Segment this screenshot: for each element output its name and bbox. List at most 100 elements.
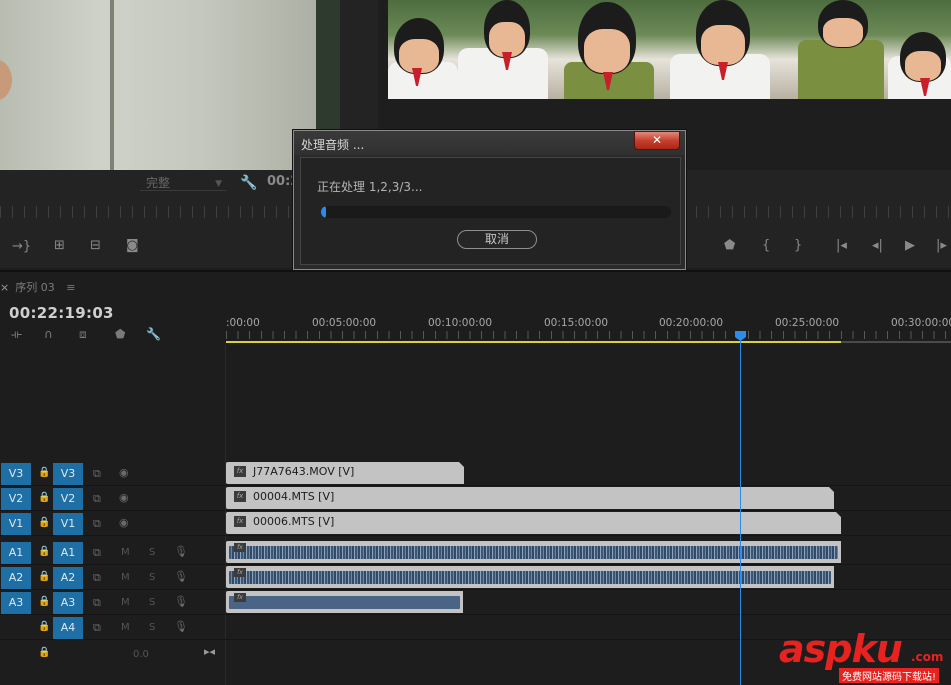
linked-selection-icon[interactable]: ⧈ — [79, 327, 87, 342]
track-target-a4[interactable]: A4 — [53, 617, 83, 639]
dialog-title-bar[interactable]: 处理音频 ... — [294, 131, 685, 155]
lock-icon[interactable]: 🔒 — [38, 517, 50, 528]
fx-badge: fx — [234, 466, 246, 477]
eye-icon[interactable]: ◉ — [119, 516, 129, 529]
track-target-v1[interactable]: V1 — [53, 513, 83, 535]
track-row-a3: A3 🔒 A3 ⧉ M S 🎙 fx — [0, 591, 951, 615]
audio-waveform — [229, 596, 460, 609]
fx-badge: fx — [234, 543, 246, 552]
add-marker-icon[interactable]: ⬟ — [115, 327, 125, 341]
solo-button[interactable]: S — [149, 572, 155, 583]
wrench-icon[interactable]: 🔧 — [240, 175, 257, 191]
marker-icon[interactable]: ⬟ — [724, 238, 735, 253]
lock-icon[interactable]: 🔒 — [38, 596, 50, 607]
track-target-v2[interactable]: V2 — [53, 488, 83, 510]
sync-lock-icon[interactable]: ⧉ — [93, 596, 101, 610]
sync-lock-icon[interactable]: ⧉ — [93, 467, 101, 481]
cancel-button[interactable]: 取消 — [457, 230, 537, 249]
ruler-label: 00:25:00:00 — [775, 317, 840, 329]
lock-icon[interactable]: 🔒 — [38, 571, 50, 582]
clip-a3[interactable]: fx — [226, 591, 463, 613]
close-button[interactable]: ✕ — [634, 131, 680, 150]
mark-in-icon[interactable]: { — [762, 238, 770, 253]
mark-out-icon[interactable]: } — [794, 238, 802, 253]
sequence-timecode[interactable]: 00:22:19:03 — [9, 304, 114, 322]
panel-menu-icon[interactable]: ≡ — [66, 281, 75, 294]
clip-a1[interactable]: fx — [226, 541, 841, 563]
playhead-line[interactable] — [740, 340, 741, 685]
work-area-bar[interactable] — [226, 341, 841, 343]
program-monitor-video — [388, 0, 951, 99]
solo-button[interactable]: S — [149, 622, 155, 633]
processing-audio-dialog: 处理音频 ... ✕ 正在处理 1,2,3/3... 取消 — [293, 130, 686, 270]
lock-icon[interactable]: 🔒 — [38, 546, 50, 557]
clip-name: J77A7643.MOV [V] — [253, 465, 355, 478]
snap-magnet-icon[interactable]: ∩ — [44, 327, 53, 341]
source-patch-v2[interactable]: V2 — [1, 488, 31, 510]
track-target-v3[interactable]: V3 — [53, 463, 83, 485]
step-back-icon[interactable]: ◂| — [872, 238, 883, 253]
microphone-icon[interactable]: 🎙 — [174, 620, 188, 633]
sync-lock-icon[interactable]: ⧉ — [93, 546, 101, 560]
track-target-a3[interactable]: A3 — [53, 592, 83, 614]
source-patch-v1[interactable]: V1 — [1, 513, 31, 535]
close-icon: ✕ — [651, 133, 663, 147]
mute-button[interactable]: M — [121, 572, 130, 583]
clip-v3[interactable]: fx J77A7643.MOV [V] — [226, 462, 465, 484]
solo-button[interactable]: S — [149, 597, 155, 608]
clip-v2[interactable]: fx 00004.MTS [V] — [226, 487, 835, 509]
fit-dropdown[interactable]: 完整 ▼ — [140, 175, 226, 191]
camera-icon[interactable]: ◙ — [126, 238, 139, 253]
insert-clip-icon[interactable]: ⊞ — [54, 238, 65, 253]
source-patch-a2[interactable]: A2 — [1, 567, 31, 589]
sequence-tab[interactable]: × 序列 03 ≡ — [0, 279, 75, 295]
nest-toggle-icon[interactable]: ⟛ — [11, 327, 22, 342]
watermark-logo: aspku .com 免费网站源码下载站! — [779, 630, 943, 683]
source-patch-v3[interactable]: V3 — [1, 463, 31, 485]
mute-button[interactable]: M — [121, 597, 130, 608]
lock-icon[interactable]: 🔒 — [38, 621, 50, 632]
insert-icon[interactable]: →} — [12, 239, 31, 254]
sync-lock-icon[interactable]: ⧉ — [93, 571, 101, 585]
dialog-title: 处理音频 ... — [301, 138, 365, 152]
go-to-end-icon[interactable]: ▸◂ — [204, 645, 215, 658]
eye-icon[interactable]: ◉ — [119, 466, 129, 479]
go-to-in-icon[interactable]: |◂ — [836, 238, 847, 253]
step-forward-icon[interactable]: |▸ — [936, 238, 947, 253]
mute-button[interactable]: M — [121, 622, 130, 633]
processing-message: 正在处理 1,2,3/3... — [317, 180, 423, 194]
close-icon[interactable]: × — [0, 281, 9, 294]
sync-lock-icon[interactable]: ⧉ — [93, 517, 101, 531]
source-patch-a3[interactable]: A3 — [1, 592, 31, 614]
lock-icon[interactable]: 🔒 — [38, 647, 50, 658]
track-row-v3: V3 🔒 V3 ⧉ ◉ fx J77A7643.MOV [V] — [0, 462, 951, 486]
fx-badge: fx — [234, 568, 246, 577]
sync-lock-icon[interactable]: ⧉ — [93, 621, 101, 635]
track-row-v2: V2 🔒 V2 ⧉ ◉ fx 00004.MTS [V] — [0, 487, 951, 511]
lock-icon[interactable]: 🔒 — [38, 492, 50, 503]
microphone-icon[interactable]: 🎙 — [174, 595, 188, 608]
master-volume-value[interactable]: 0.0 — [133, 649, 149, 660]
microphone-icon[interactable]: 🎙 — [174, 570, 188, 583]
track-target-a1[interactable]: A1 — [53, 542, 83, 564]
progress-bar — [321, 206, 671, 218]
track-row-v1: V1 🔒 V1 ⧉ ◉ fx 00006.MTS [V] — [0, 512, 951, 536]
microphone-icon[interactable]: 🎙 — [174, 545, 188, 558]
source-patch-a1[interactable]: A1 — [1, 542, 31, 564]
overwrite-icon[interactable]: ⊟ — [90, 238, 101, 253]
solo-button[interactable]: S — [149, 547, 155, 558]
eye-icon[interactable]: ◉ — [119, 491, 129, 504]
play-icon[interactable]: ▶ — [905, 238, 915, 253]
clip-name: 00004.MTS [V] — [253, 490, 335, 503]
track-target-a2[interactable]: A2 — [53, 567, 83, 589]
clip-a2[interactable]: fx — [226, 566, 834, 588]
sequence-tab-label: 序列 03 — [15, 281, 55, 294]
fx-badge: fx — [234, 516, 246, 527]
clip-v1[interactable]: fx 00006.MTS [V] — [226, 512, 842, 534]
track-row-a2: A2 🔒 A2 ⧉ M S 🎙 fx — [0, 566, 951, 590]
lock-icon[interactable]: 🔒 — [38, 467, 50, 478]
mute-button[interactable]: M — [121, 547, 130, 558]
sync-lock-icon[interactable]: ⧉ — [93, 492, 101, 506]
dialog-body: 正在处理 1,2,3/3... 取消 — [300, 157, 681, 265]
timeline-settings-wrench-icon[interactable]: 🔧 — [146, 327, 161, 341]
